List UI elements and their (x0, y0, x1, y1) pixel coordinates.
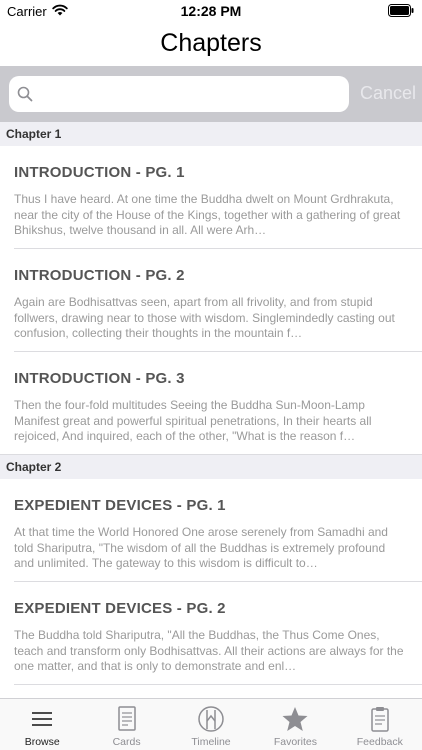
cancel-button[interactable]: Cancel (360, 83, 416, 104)
search-field[interactable] (9, 76, 349, 112)
list-item[interactable]: INTRODUCTION - PG. 1 Thus I have heard. … (0, 146, 422, 249)
list-item[interactable]: EXPEDIENT DEVICES - PG. 2 The Buddha tol… (0, 582, 422, 685)
clipboard-icon (371, 707, 389, 732)
row-excerpt: The Buddha told Shariputra, "All the Bud… (14, 628, 404, 673)
tab-browse[interactable]: Browse (0, 699, 84, 750)
tab-label: Favorites (273, 736, 318, 748)
tab-timeline[interactable]: Timeline (169, 699, 253, 750)
row-title: EXPEDIENT DEVICES - PG. 2 (14, 600, 226, 617)
row-excerpt: At that time the World Honored One arose… (14, 525, 388, 570)
tab-favorites[interactable]: Favorites (253, 699, 337, 750)
status-bar: Carrier 12:28 PM (0, 0, 422, 22)
section-header: Chapter 2 (0, 455, 422, 479)
tab-bar: Browse Cards Timeline Favorites Feedback (0, 698, 422, 750)
tab-label: Timeline (191, 736, 231, 748)
section-header: Chapter 1 (0, 122, 422, 146)
row-excerpt: Again are Bodhisattvas seen, apart from … (14, 295, 395, 340)
tab-label: Cards (112, 736, 141, 748)
star-icon (282, 707, 308, 731)
row-title: INTRODUCTION - PG. 1 (14, 164, 185, 181)
row-title: INTRODUCTION - PG. 2 (14, 267, 185, 284)
search-input[interactable] (41, 76, 341, 112)
timeline-icon (198, 706, 224, 732)
battery-icon (388, 4, 414, 17)
tab-label: Browse (24, 736, 60, 748)
page-title: Chapters (160, 29, 262, 57)
tab-cards[interactable]: Cards (84, 699, 168, 750)
tab-feedback[interactable]: Feedback (338, 699, 422, 750)
search-bar: Cancel (0, 66, 422, 122)
row-excerpt: Then the four-fold multitudes Seeing the… (14, 398, 372, 443)
list-icon (32, 712, 53, 726)
tab-label: Feedback (356, 736, 403, 748)
list-item[interactable]: EXPEDIENT DEVICES - PG. 1 At that time t… (0, 479, 422, 582)
status-time: 12:28 PM (180, 3, 242, 19)
chapter-list[interactable]: Chapter 1 INTRODUCTION - PG. 1 Thus I ha… (0, 122, 422, 698)
list-item[interactable]: INTRODUCTION - PG. 3 Then the four-fold … (0, 352, 422, 455)
search-icon (17, 86, 33, 102)
list-item[interactable]: INTRODUCTION - PG. 2 Again are Bodhisatt… (0, 249, 422, 352)
card-icon (117, 706, 136, 731)
row-title: EXPEDIENT DEVICES - PG. 1 (14, 497, 226, 514)
row-excerpt: Thus I have heard. At one time the Buddh… (14, 192, 401, 237)
row-title: INTRODUCTION - PG. 3 (14, 370, 185, 387)
